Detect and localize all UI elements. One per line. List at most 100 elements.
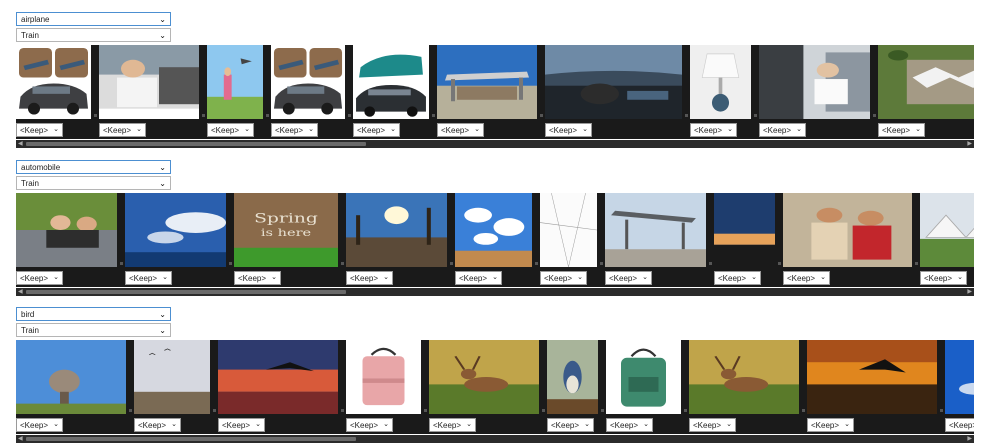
keep-select[interactable]: <Keep>⌄ — [16, 418, 63, 432]
index-marker — [601, 409, 604, 412]
image-thumbnail[interactable]: <Keep>⌄ — [783, 193, 920, 287]
image-thumbnail[interactable]: <Keep>⌄ — [690, 45, 759, 139]
index-marker — [542, 409, 545, 412]
scrollbar-thumb[interactable] — [26, 437, 356, 441]
keep-select[interactable]: <Keep>⌄ — [125, 271, 172, 285]
index-marker — [202, 114, 205, 117]
image-thumbnail[interactable]: <Keep>⌄ — [346, 340, 429, 434]
category-select[interactable]: airplane ⌄ — [16, 12, 171, 26]
index-marker — [266, 114, 269, 117]
keep-select[interactable]: <Keep>⌄ — [271, 123, 318, 137]
chevron-down-icon: ⌄ — [577, 274, 583, 281]
chevron-down-icon: ⌄ — [308, 126, 314, 133]
scroll-left-icon[interactable]: ◀ — [18, 435, 23, 443]
image-thumbnail[interactable]: <Keep>⌄ — [606, 340, 689, 434]
chevron-down-icon: ⌄ — [642, 274, 648, 281]
keep-select[interactable]: <Keep>⌄ — [714, 271, 761, 285]
image-thumbnail[interactable]: <Keep>⌄ — [271, 45, 353, 139]
keep-select[interactable]: <Keep>⌄ — [945, 418, 974, 432]
keep-select[interactable]: <Keep>⌄ — [455, 271, 502, 285]
thumbnail-image: Spring is here — [234, 193, 338, 267]
image-thumbnail[interactable]: <Keep>⌄ — [346, 193, 455, 287]
image-thumbnail[interactable]: <Keep>⌄ — [429, 340, 547, 434]
keep-select[interactable]: <Keep>⌄ — [547, 418, 594, 432]
keep-select[interactable]: <Keep>⌄ — [689, 418, 736, 432]
image-thumbnail[interactable]: <Keep>⌄ — [455, 193, 540, 287]
split-select[interactable]: Train ⌄ — [16, 176, 171, 190]
scroll-left-icon[interactable]: ◀ — [18, 140, 23, 148]
thumbnail-image — [346, 340, 421, 414]
image-thumbnail[interactable]: Spring is here <Keep> ⌄ — [234, 193, 346, 287]
horizontal-scrollbar[interactable]: ◀ ▶ — [16, 435, 974, 443]
keep-select[interactable]: <Keep>⌄ — [690, 123, 737, 137]
keep-select[interactable]: <Keep>⌄ — [346, 271, 393, 285]
image-thumbnail[interactable]: <Keep>⌄ — [540, 193, 605, 287]
category-select[interactable]: bird ⌄ — [16, 307, 171, 321]
thumbnail-strip[interactable]: <Keep> ⌄ <Keep> ⌄ <Keep> ⌄ <Keep> ⌄ <Keep> ⌄ <Keep… — [16, 45, 974, 139]
chevron-down-icon: ⌄ — [582, 126, 588, 133]
image-thumbnail[interactable]: <Keep>⌄ — [125, 193, 234, 287]
chevron-down-icon: ⌄ — [820, 274, 826, 281]
image-thumbnail[interactable]: <Keep>⌄ — [714, 193, 783, 287]
keep-select[interactable]: <Keep>⌄ — [540, 271, 587, 285]
split-select[interactable]: Train ⌄ — [16, 323, 171, 337]
keep-select[interactable]: <Keep>⌄ — [353, 123, 400, 137]
split-select[interactable]: Train ⌄ — [16, 28, 171, 42]
thumbnail-strip[interactable]: <Keep> ⌄ <Keep> ⌄ Spring is here <Keep> ⌄ <Keep>… — [16, 193, 974, 287]
image-thumbnail[interactable]: <Keep>⌄ — [759, 45, 878, 139]
keep-select[interactable]: <Keep>⌄ — [807, 418, 854, 432]
image-thumbnail[interactable]: <Keep>⌄ — [878, 45, 974, 139]
image-thumbnail[interactable]: <Keep>⌄ — [218, 340, 346, 434]
keep-select[interactable]: <Keep>⌄ — [16, 123, 63, 137]
keep-select-value: <Keep> — [693, 420, 722, 430]
keep-select[interactable]: <Keep>⌄ — [783, 271, 830, 285]
keep-select[interactable]: <Keep>⌄ — [545, 123, 592, 137]
svg-text:is here: is here — [261, 226, 311, 238]
keep-select[interactable]: <Keep>⌄ — [234, 271, 281, 285]
scroll-right-icon[interactable]: ▶ — [967, 288, 972, 296]
thumbnail-strip[interactable]: <Keep> ⌄ <Keep> ⌄ <Keep> ⌄ <Keep> ⌄ <Keep> ⌄ <Keep… — [16, 340, 974, 434]
keep-select[interactable]: <Keep>⌄ — [759, 123, 806, 137]
image-thumbnail[interactable]: <Keep>⌄ — [16, 340, 134, 434]
keep-select[interactable]: <Keep>⌄ — [437, 123, 484, 137]
image-thumbnail[interactable]: <Keep>⌄ — [134, 340, 218, 434]
scrollbar-thumb[interactable] — [26, 142, 366, 146]
horizontal-scrollbar[interactable]: ◀ ▶ — [16, 140, 974, 148]
image-thumbnail[interactable]: <Keep>⌄ — [16, 193, 125, 287]
keep-select[interactable]: <Keep>⌄ — [207, 123, 254, 137]
chevron-down-icon: ⌄ — [159, 15, 166, 24]
keep-select[interactable]: <Keep>⌄ — [218, 418, 265, 432]
keep-select[interactable]: <Keep>⌄ — [878, 123, 925, 137]
keep-select[interactable]: <Keep>⌄ — [99, 123, 146, 137]
keep-select[interactable]: <Keep>⌄ — [16, 271, 63, 285]
thumbnail-image — [429, 340, 539, 414]
image-thumbnail[interactable]: <Keep>⌄ — [547, 340, 606, 434]
category-section: automobile ⌄ Train ⌄ <Keep> ⌄ <Keep> ⌄ Spring is … — [16, 160, 974, 296]
scroll-right-icon[interactable]: ▶ — [967, 435, 972, 443]
horizontal-scrollbar[interactable]: ◀ ▶ — [16, 288, 974, 296]
image-thumbnail[interactable]: <Keep>⌄ — [807, 340, 945, 434]
image-thumbnail[interactable]: <Keep>⌄ — [16, 45, 99, 139]
image-thumbnail[interactable]: <Keep>⌄ — [207, 45, 271, 139]
image-thumbnail[interactable]: <Keep>⌄ — [353, 45, 437, 139]
image-thumbnail[interactable]: <Keep>⌄ — [920, 193, 974, 287]
keep-select-value: <Keep> — [610, 420, 639, 430]
chevron-down-icon: ⌄ — [159, 310, 166, 319]
image-thumbnail[interactable]: <Keep>⌄ — [689, 340, 807, 434]
category-select[interactable]: automobile ⌄ — [16, 160, 171, 174]
keep-select[interactable]: <Keep>⌄ — [429, 418, 476, 432]
thumbnail-image — [945, 340, 974, 414]
keep-select[interactable]: <Keep>⌄ — [920, 271, 967, 285]
keep-select[interactable]: <Keep>⌄ — [134, 418, 181, 432]
keep-select[interactable]: <Keep>⌄ — [606, 418, 653, 432]
keep-select[interactable]: <Keep>⌄ — [605, 271, 652, 285]
scrollbar-thumb[interactable] — [26, 290, 346, 294]
image-thumbnail[interactable]: <Keep>⌄ — [99, 45, 207, 139]
keep-select[interactable]: <Keep>⌄ — [346, 418, 393, 432]
image-thumbnail[interactable]: <Keep>⌄ — [945, 340, 974, 434]
scroll-right-icon[interactable]: ▶ — [967, 140, 972, 148]
scroll-left-icon[interactable]: ◀ — [18, 288, 23, 296]
image-thumbnail[interactable]: <Keep>⌄ — [545, 45, 690, 139]
image-thumbnail[interactable]: <Keep>⌄ — [605, 193, 714, 287]
image-thumbnail[interactable]: <Keep>⌄ — [437, 45, 545, 139]
